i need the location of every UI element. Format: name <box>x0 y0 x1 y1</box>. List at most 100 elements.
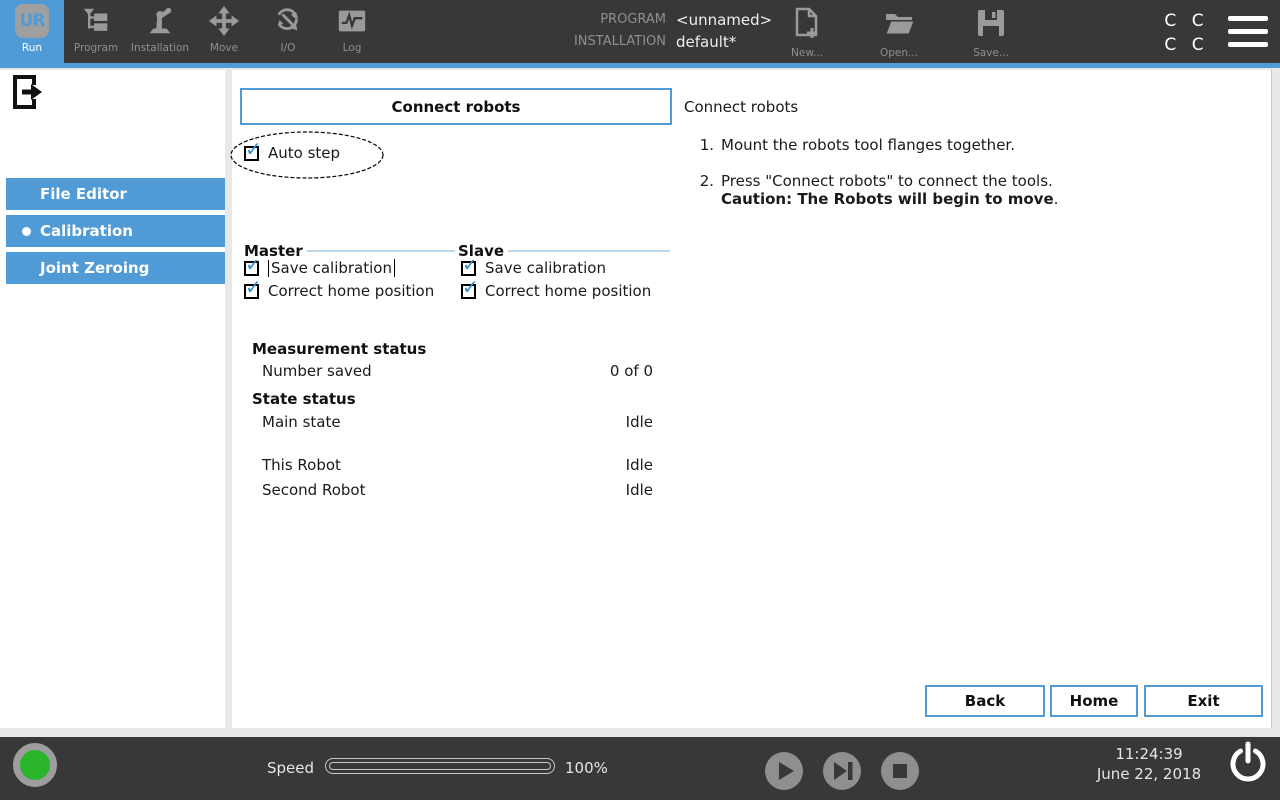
slave-correct-home-checkbox[interactable]: ✓ <box>461 277 479 299</box>
instructions-panel: Connect robots 1. Mount the robots tool … <box>684 98 1244 226</box>
number-saved-value: 0 of 0 <box>609 362 653 380</box>
time-text: 11:24:39 <box>1115 745 1183 763</box>
sidebar-item-label: File Editor <box>40 185 127 203</box>
instruction-step-2: 2. Press "Connect robots" to connect the… <box>684 172 1244 208</box>
master-correct-home-checkbox[interactable]: ✓ <box>244 277 262 299</box>
stop-button[interactable] <box>881 752 919 790</box>
corner-indicator: C C C C <box>1140 9 1228 57</box>
ur-logo-icon: UR <box>15 4 49 38</box>
save-floppy-icon <box>975 6 1007 44</box>
save-button[interactable]: Save... <box>959 6 1023 59</box>
sidebar-item-calibration[interactable]: Calibration <box>6 215 225 247</box>
main-state-label: Main state <box>262 413 341 431</box>
auto-step-label: Auto step <box>268 144 341 162</box>
tab-io[interactable]: I/O <box>256 0 320 63</box>
hamburger-menu-icon[interactable] <box>1228 16 1268 47</box>
master-save-calibration-checkbox[interactable]: ✓ <box>244 254 262 276</box>
second-robot-label: Second Robot <box>262 481 366 499</box>
clock: 11:24:39 June 22, 2018 <box>1085 744 1213 784</box>
master-correct-home-label: Correct home position <box>268 282 435 300</box>
sidebar-item-file-editor[interactable]: File Editor <box>6 178 225 210</box>
caution-text: Caution: The Robots will begin to move <box>721 190 1054 208</box>
step-text: Press "Connect robots" to connect the to… <box>721 172 1059 208</box>
second-robot-row: Second Robot Idle <box>262 481 653 499</box>
installation-name-value: default* <box>676 33 737 51</box>
slave-group-title: Slave <box>458 242 509 260</box>
save-button-label: Save... <box>973 47 1009 59</box>
header-bar: UR Run Program Installation Move I/O Log… <box>0 0 1280 63</box>
master-correct-home-row: ✓ Correct home position <box>244 277 435 300</box>
robot-arm-icon <box>143 4 177 38</box>
exit-screen-icon[interactable] <box>12 74 44 114</box>
master-group-line <box>306 250 455 252</box>
sidebar-item-label: Calibration <box>40 222 133 240</box>
master-group-title: Master <box>244 242 307 260</box>
main-panel: Connect robots ✓ Auto step Master ✓ Save… <box>230 70 1272 728</box>
back-button[interactable]: Back <box>925 685 1045 717</box>
slave-correct-home-row: ✓ Correct home position <box>461 277 652 300</box>
corner-row-1: C C <box>1164 11 1204 31</box>
tab-move-label: Move <box>209 42 239 54</box>
master-save-calibration-label: Save calibration <box>268 259 395 277</box>
home-button[interactable]: Home <box>1050 685 1138 717</box>
checkmark-icon: ✓ <box>245 274 262 299</box>
instructions-title: Connect robots <box>684 98 799 116</box>
speed-label: Speed <box>267 759 315 777</box>
active-bullet-icon <box>22 227 31 236</box>
speed-slider[interactable] <box>325 758 555 774</box>
power-icon[interactable] <box>1226 741 1270 785</box>
file-actions: New... Open... Save... <box>775 6 1023 59</box>
corner-row-2: C C <box>1164 35 1204 55</box>
slave-correct-home-label: Correct home position <box>485 282 652 300</box>
exit-button[interactable]: Exit <box>1144 685 1263 717</box>
slave-save-calibration-label: Save calibration <box>485 259 606 277</box>
program-label: PROGRAM <box>600 12 666 27</box>
tab-installation[interactable]: Installation <box>128 0 192 63</box>
speed-value: 100% <box>565 759 608 777</box>
slave-save-calibration-checkbox[interactable]: ✓ <box>461 254 479 276</box>
connect-robots-button[interactable]: Connect robots <box>240 88 672 125</box>
auto-step-row: ✓ Auto step <box>244 139 341 162</box>
new-button-label: New... <box>791 47 823 59</box>
sidebar: File Editor Calibration Joint Zeroing <box>0 70 225 728</box>
second-robot-value: Idle <box>625 481 653 499</box>
robot-status-light[interactable] <box>13 743 57 787</box>
tab-program-label: Program <box>73 42 119 54</box>
move-arrows-icon <box>207 4 241 38</box>
main-tabbar: UR Run Program Installation Move I/O Log <box>0 0 384 63</box>
sidebar-item-joint-zeroing[interactable]: Joint Zeroing <box>6 252 225 284</box>
sidebar-item-label: Joint Zeroing <box>40 259 150 277</box>
step-button[interactable] <box>823 752 861 790</box>
new-button[interactable]: New... <box>775 6 839 59</box>
measurement-status-title: Measurement status <box>252 340 427 358</box>
speed-slider-fill <box>329 762 551 770</box>
main-state-row: Main state Idle <box>262 413 653 431</box>
master-save-calibration-row: ✓ Save calibration <box>244 254 395 277</box>
io-icon <box>271 4 305 38</box>
date-text: June 22, 2018 <box>1096 765 1202 783</box>
step-text: Mount the robots tool flanges together. <box>721 136 1015 154</box>
tab-run[interactable]: UR Run <box>0 0 64 63</box>
step-number: 1. <box>699 136 714 154</box>
tab-move[interactable]: Move <box>192 0 256 63</box>
play-button[interactable] <box>765 752 803 790</box>
open-button[interactable]: Open... <box>867 6 931 59</box>
new-file-icon <box>792 6 822 44</box>
tab-program[interactable]: Program <box>64 0 128 63</box>
this-robot-label: This Robot <box>262 456 341 474</box>
log-chart-icon <box>335 4 369 38</box>
tab-log[interactable]: Log <box>320 0 384 63</box>
tab-run-label: Run <box>21 42 43 54</box>
program-tree-icon <box>79 4 113 38</box>
tab-io-label: I/O <box>280 42 296 54</box>
tab-installation-label: Installation <box>130 42 190 54</box>
program-name-value: <unnamed> <box>676 11 773 29</box>
number-saved-row: Number saved 0 of 0 <box>262 362 653 380</box>
polyscope-app: UR Run Program Installation Move I/O Log… <box>0 0 1280 800</box>
number-saved-label: Number saved <box>262 362 372 380</box>
this-robot-row: This Robot Idle <box>262 456 653 474</box>
footer-bar: Speed 100% 11:24:39 June 22, 2018 <box>0 737 1280 800</box>
program-installation-info: PROGRAM <unnamed> INSTALLATION default* <box>520 9 772 53</box>
checkmark-icon: ✓ <box>245 136 262 161</box>
auto-step-checkbox[interactable]: ✓ <box>244 139 262 161</box>
